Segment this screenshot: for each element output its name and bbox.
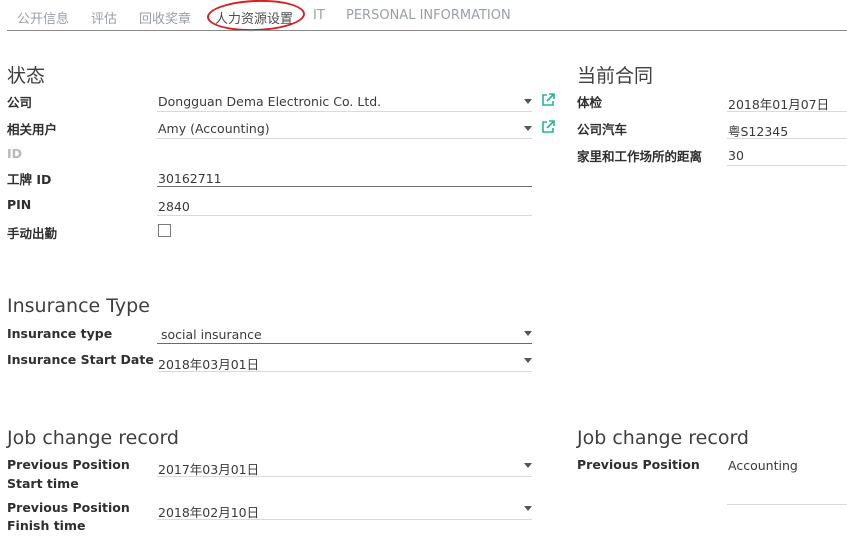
insurance-heading: Insurance Type <box>7 295 150 317</box>
prev-position-start-underline <box>157 476 532 477</box>
pin-input[interactable]: 2840 <box>158 199 190 214</box>
external-link-icon[interactable] <box>541 120 555 134</box>
manual-attendance-label: 手动出勤 <box>7 226 58 241</box>
tab-personal-information[interactable]: PERSONAL INFORMATION <box>346 8 511 23</box>
tab-badges[interactable]: 回收奖章 <box>139 8 191 27</box>
prev-position-finish-label-1: Previous Position <box>7 500 130 515</box>
related-user-underline <box>157 138 532 139</box>
related-user-label: 相关用户 <box>7 122 58 137</box>
chevron-down-icon[interactable] <box>524 331 532 336</box>
insurance-type-label: Insurance type <box>7 326 113 341</box>
company-underline <box>157 111 532 112</box>
prev-position-finish-underline <box>157 519 532 520</box>
badge-id-label: 工牌 ID <box>7 172 52 187</box>
distance-underline <box>727 165 847 166</box>
chevron-down-icon[interactable] <box>524 126 532 131</box>
company-label: 公司 <box>7 95 33 110</box>
status-heading: 状态 <box>7 65 46 87</box>
insurance-type-select[interactable]: social insurance <box>161 327 262 342</box>
pin-underline <box>157 215 532 216</box>
badge-id-input[interactable]: 30162711 <box>158 171 222 186</box>
insurance-start-underline <box>157 371 532 372</box>
pin-label: PIN <box>7 197 32 212</box>
distance-field[interactable]: 30 <box>728 148 744 163</box>
manual-attendance-checkbox[interactable] <box>158 224 171 237</box>
chevron-down-icon[interactable] <box>524 506 532 511</box>
prev-position-label: Previous Position <box>577 457 700 472</box>
insurance-start-label: Insurance Start Date <box>7 352 154 367</box>
prev-position-start-label-2: Start time <box>7 476 79 491</box>
tab-hr-settings[interactable]: 人力资源设置 <box>215 8 293 27</box>
prev-position-start-label-1: Previous Position <box>7 457 130 472</box>
company-field[interactable]: Dongguan Dema Electronic Co. Ltd. <box>158 94 381 109</box>
related-user-field[interactable]: Amy (Accounting) <box>158 121 270 136</box>
badge-id-underline <box>157 186 532 187</box>
chevron-down-icon[interactable] <box>524 463 532 468</box>
id-label: ID <box>7 146 23 161</box>
external-link-icon[interactable] <box>541 93 555 107</box>
chevron-down-icon[interactable] <box>524 99 532 104</box>
insurance-type-underline <box>157 343 532 344</box>
distance-label: 家里和工作场所的距离 <box>577 149 703 164</box>
medical-exam-underline <box>727 111 847 112</box>
company-car-underline <box>727 138 847 139</box>
contract-heading: 当前合同 <box>577 65 654 87</box>
tab-it[interactable]: IT <box>313 8 325 23</box>
company-car-label: 公司汽车 <box>577 122 628 137</box>
tab-evaluation[interactable]: 评估 <box>91 8 117 27</box>
job-change-heading: Job change record <box>7 427 179 449</box>
tab-bar: 公开信息 评估 回收奖章 人力资源设置 IT PERSONAL INFORMAT… <box>0 0 847 33</box>
medical-exam-label: 体检 <box>577 95 603 110</box>
chevron-down-icon[interactable] <box>524 358 532 363</box>
job-change-heading-right: Job change record <box>577 427 749 449</box>
prev-position-finish-label-2: Finish time <box>7 518 86 533</box>
tab-divider <box>7 30 847 31</box>
prev-position-field[interactable]: Accounting <box>728 458 798 473</box>
prev-position-underline <box>727 504 847 505</box>
tab-public-info[interactable]: 公开信息 <box>17 8 69 27</box>
